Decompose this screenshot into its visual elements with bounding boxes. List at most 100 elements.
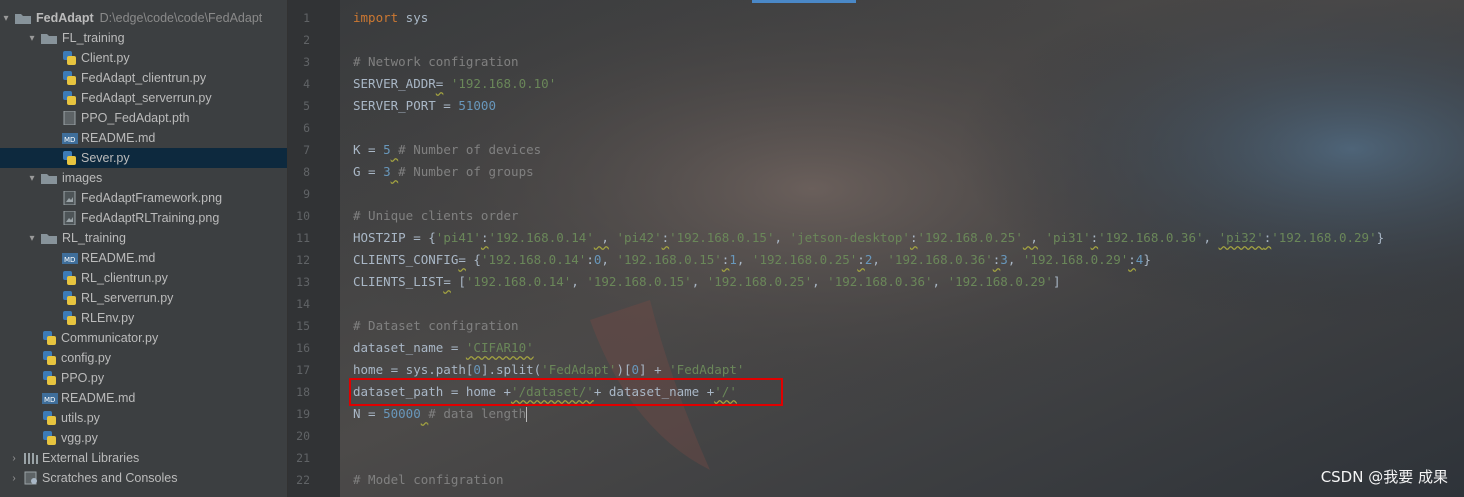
line-number: 18 [296, 385, 310, 399]
code-line[interactable]: G = 3 # Number of groups [353, 161, 534, 183]
tree-item-label: utils.py [61, 411, 100, 425]
tree-item-label: Scratches and Consoles [42, 471, 178, 485]
code-token: '192.168.0.15' [586, 274, 692, 289]
code-token: 50000 [383, 406, 421, 421]
tree-item[interactable]: ▾ images [0, 168, 287, 188]
tree-item[interactable]: › Scratches and Consoles [0, 468, 287, 488]
code-line[interactable]: import sys [353, 7, 428, 29]
tree-item[interactable]: FedAdapt_serverrun.py [0, 88, 287, 108]
markdown-file-icon: MD [62, 251, 78, 265]
code-token: '192.168.0.15' [616, 252, 722, 267]
line-number: 7 [303, 143, 310, 157]
tree-item[interactable]: RLEnv.py [0, 308, 287, 328]
tree-item-label: FedAdaptRLTraining.png [81, 211, 220, 225]
chevron-down-icon[interactable]: ▾ [0, 13, 12, 24]
tree-item[interactable]: config.py [0, 348, 287, 368]
python-file-icon [42, 331, 58, 345]
library-icon [23, 451, 39, 465]
code-token: SERVER_PORT = [353, 98, 459, 113]
code-editor[interactable]: import sys # Network configration SERVER_A… [340, 0, 1464, 497]
tree-item-label: FL_training [62, 31, 125, 45]
code-line[interactable]: # Network configration [353, 51, 519, 73]
code-token: , [736, 252, 752, 267]
tree-item[interactable]: utils.py [0, 408, 287, 428]
code-line[interactable]: # Model configration [353, 469, 504, 491]
scratch-icon [23, 471, 39, 485]
code-token: [ [450, 274, 466, 289]
code-token: '192.168.0.29' [947, 274, 1053, 289]
code-token: 'FedAdapt' [541, 362, 617, 377]
code-line[interactable]: N = 50000 # data length [353, 403, 528, 425]
tree-item[interactable]: PPO_FedAdapt.pth [0, 108, 287, 128]
tree-item[interactable]: FedAdapt_clientrun.py [0, 68, 287, 88]
code-token: ].split( [480, 362, 542, 377]
code-token: 3 [383, 164, 391, 179]
code-token: 1 [729, 252, 737, 267]
line-number: 2 [303, 33, 310, 47]
code-token: HOST2IP = { [353, 230, 436, 245]
tree-item-label: Sever.py [81, 151, 130, 165]
code-token: , [774, 230, 790, 245]
tree-item[interactable]: FedAdaptFramework.png [0, 188, 287, 208]
code-token: : [857, 252, 865, 267]
tree-item-label: RL_clientrun.py [81, 271, 168, 285]
line-number: 5 [303, 99, 310, 113]
code-line[interactable]: dataset_name = 'CIFAR10' [353, 337, 534, 359]
code-token: '192.168.0.14' [465, 274, 572, 289]
python-file-icon [42, 371, 58, 385]
code-token: # Number of devices [398, 142, 542, 157]
chevron-right-icon[interactable]: › [8, 473, 20, 484]
code-token: 0 [631, 362, 640, 377]
tree-item[interactable]: Communicator.py [0, 328, 287, 348]
tree-item-label: RLEnv.py [81, 311, 135, 325]
code-token: : [1090, 230, 1099, 245]
code-token: 'FedAdapt' [669, 362, 745, 377]
chevron-down-icon[interactable]: ▾ [26, 233, 38, 244]
code-token: : [909, 230, 918, 245]
code-line[interactable]: SERVER_ADDR= '192.168.0.10' [353, 73, 556, 95]
tree-item[interactable]: FedAdaptRLTraining.png [0, 208, 287, 228]
tree-item[interactable]: PPO.py [0, 368, 287, 388]
chevron-down-icon[interactable]: ▾ [26, 33, 38, 44]
code-token: 'CIFAR10' [465, 340, 534, 355]
tree-item[interactable]: vgg.py [0, 428, 287, 448]
tree-item-label: External Libraries [42, 451, 140, 465]
tree-item[interactable]: ▾ RL_training [0, 228, 287, 248]
code-token: '192.168.0.25' [917, 230, 1023, 245]
tree-item-label: images [62, 171, 103, 185]
tree-item[interactable]: MD README.md [0, 128, 287, 148]
python-file-icon [62, 291, 78, 305]
tree-root-fedadapt[interactable]: ▾ FedAdapt D:\edge\code\code\FedAdapt [0, 8, 287, 28]
code-line[interactable]: HOST2IP = {'pi41': '192.168.0.14' , 'pi42… [353, 227, 1384, 249]
code-line[interactable]: # Unique clients order [353, 205, 519, 227]
chevron-right-icon[interactable]: › [8, 453, 20, 464]
tree-item-label: FedAdapt_clientrun.py [81, 71, 207, 85]
code-token: home = sys.path[ [353, 362, 474, 377]
tree-item[interactable]: Sever.py [0, 148, 287, 168]
tree-item[interactable]: MD README.md [0, 248, 287, 268]
tree-item-label: RL_training [62, 231, 126, 245]
code-line[interactable]: CLIENTS_LIST= ['192.168.0.14', '192.168.… [353, 271, 1060, 293]
tree-item[interactable]: Client.py [0, 48, 287, 68]
tree-item[interactable]: › External Libraries [0, 448, 287, 468]
code-token: , [691, 274, 707, 289]
tree-item[interactable]: RL_clientrun.py [0, 268, 287, 288]
code-token: 'jetson-desktop' [789, 230, 910, 245]
chevron-down-icon[interactable]: ▾ [26, 173, 38, 184]
code-line[interactable]: K = 5 # Number of devices [353, 139, 541, 161]
code-line[interactable]: SERVER_PORT = 51000 [353, 95, 496, 117]
code-token: 5 [383, 142, 391, 157]
code-token: = [443, 274, 451, 289]
tree-item[interactable]: MD README.md [0, 388, 287, 408]
tree-item[interactable]: RL_serverrun.py [0, 288, 287, 308]
code-line[interactable]: # Dataset configration [353, 315, 519, 337]
code-line[interactable]: CLIENTS_CONFIG= {'192.168.0.14':0, '192.… [353, 249, 1151, 271]
code-token: 51000 [458, 98, 496, 113]
code-token: # Model configration [353, 472, 504, 487]
tree-item-label: PPO.py [61, 371, 105, 385]
line-number: 4 [303, 77, 310, 91]
code-token: 'pi41' [435, 230, 481, 245]
tree-item[interactable]: ▾ FL_training [0, 28, 287, 48]
tree-item-label: PPO_FedAdapt.pth [81, 111, 190, 125]
